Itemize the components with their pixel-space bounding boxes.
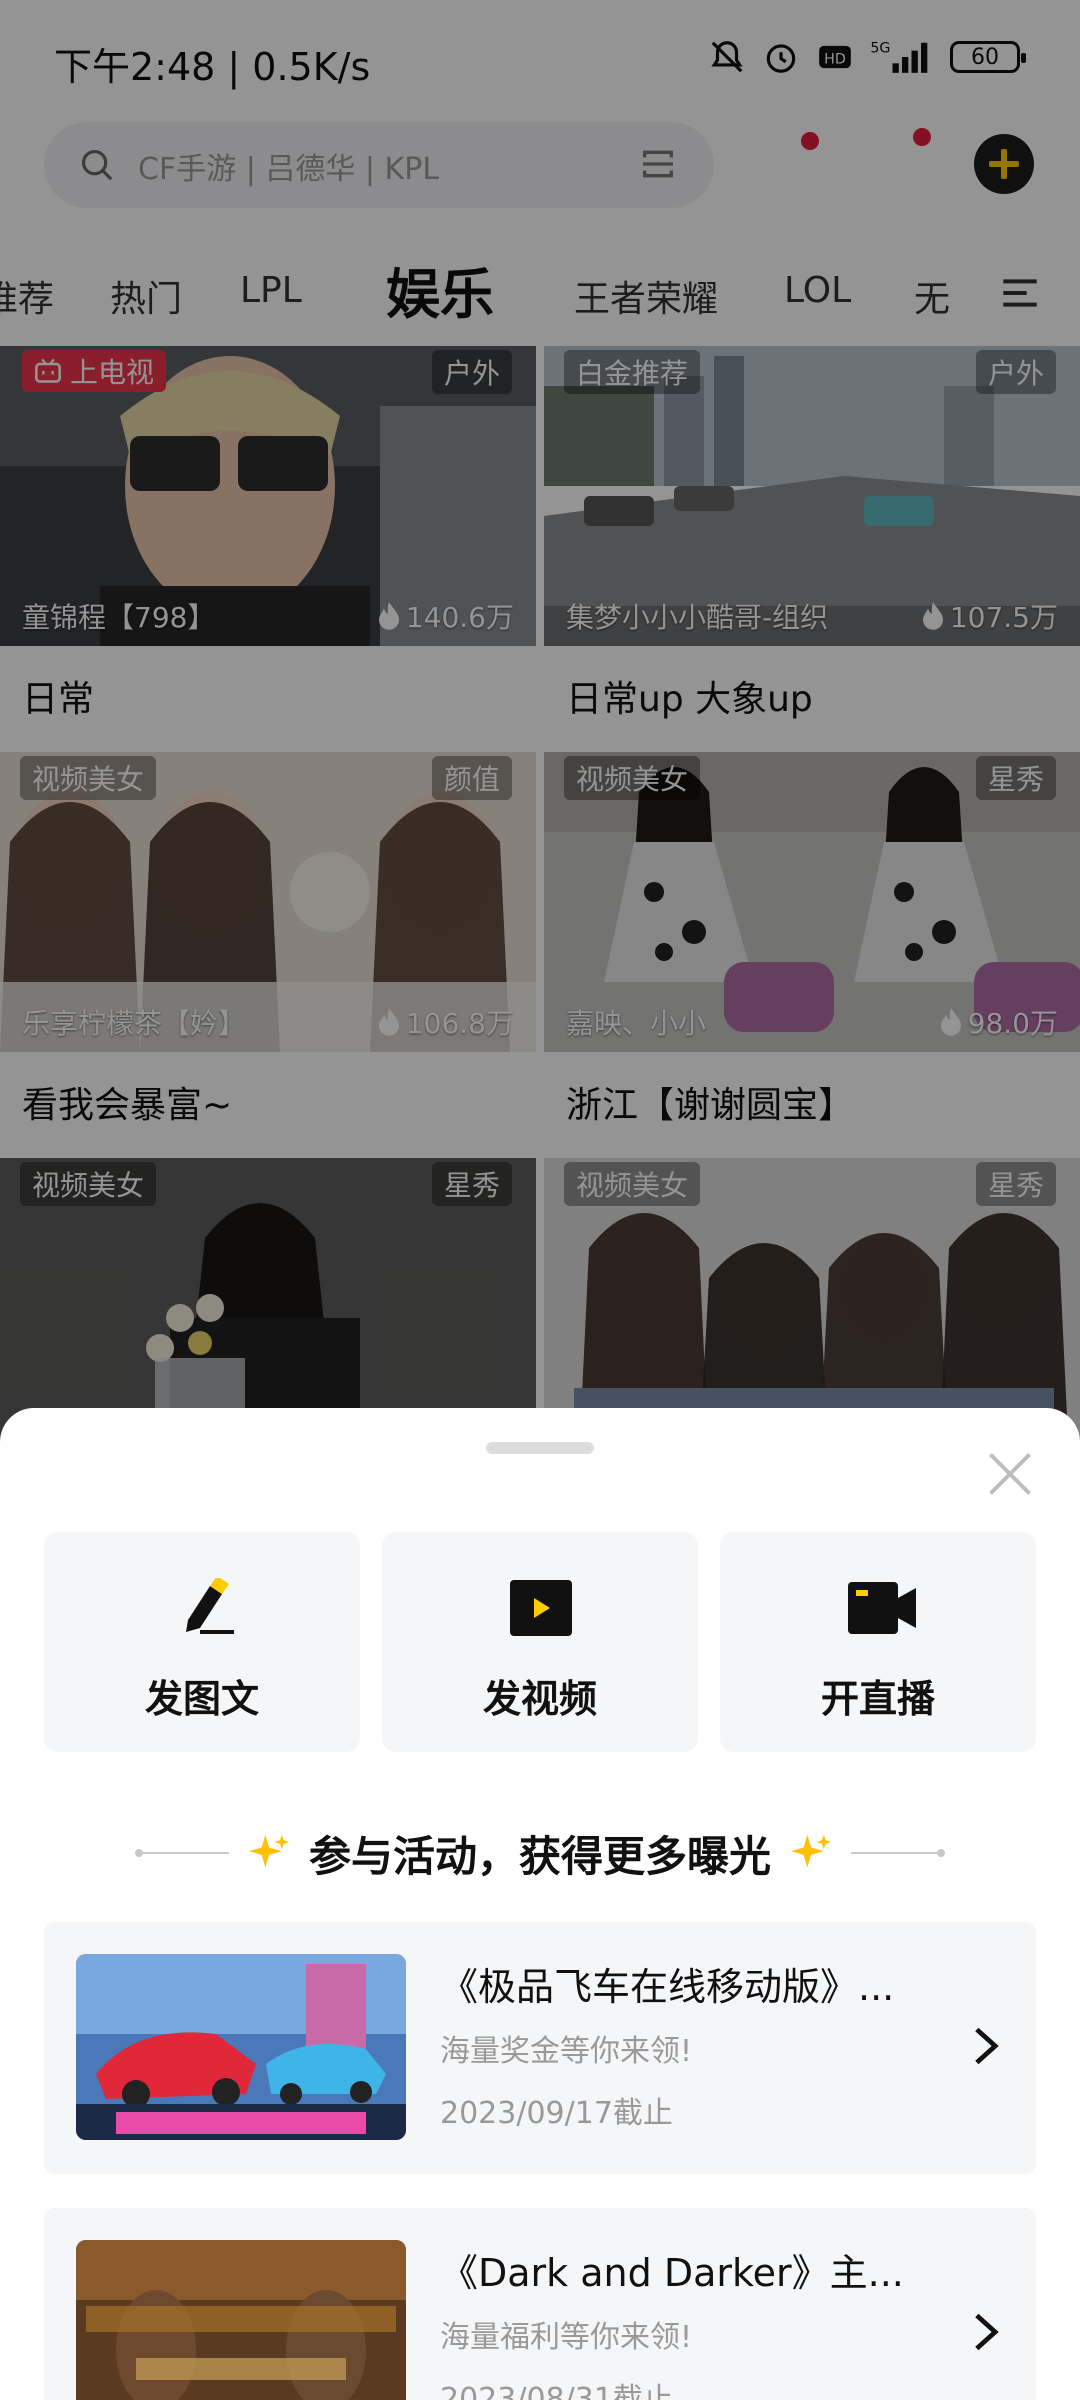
promo-header: 参与活动，获得更多曝光	[0, 1818, 1080, 1888]
close-icon[interactable]	[984, 1448, 1036, 1500]
sparkle-icon	[248, 1834, 290, 1868]
video-play-icon	[510, 1580, 572, 1636]
promo-title: 参与活动，获得更多曝光	[308, 1831, 771, 1881]
action-label: 开直播	[820, 1677, 935, 1721]
sparkle-icon	[790, 1834, 832, 1868]
action-label: 发视频	[482, 1677, 597, 1721]
camera-icon	[848, 1582, 916, 1634]
event-deadline: 2023/09/17截止	[440, 2096, 673, 2131]
action-label: 发图文	[144, 1677, 259, 1721]
dark-and-darker-image	[76, 2240, 406, 2400]
post-image-text-button[interactable]: 发图文	[44, 1532, 360, 1752]
publish-actions: 发图文 发视频 开直播	[44, 1532, 1036, 1752]
event-thumbnail	[76, 1954, 406, 2140]
event-thumbnail	[76, 2240, 406, 2400]
event-subtitle: 海量奖金等你来领!	[440, 2034, 693, 2069]
publish-bottom-sheet: 发图文 发视频 开直播 参与活动，获得更多曝光 《极品飞车在线移动版》... 海…	[0, 1408, 1080, 2400]
post-video-button[interactable]: 发视频	[382, 1532, 698, 1752]
chevron-right-icon	[975, 2313, 999, 2351]
app-screen: 下午2:48 | 0.5K/s HD 5G 60 CF手游 | 吕德华 | KP…	[0, 0, 1080, 2400]
divider-line	[134, 1849, 229, 1857]
event-subtitle: 海量福利等你来领!	[440, 2320, 693, 2355]
divider-line	[851, 1849, 945, 1857]
drag-handle[interactable]	[486, 1442, 594, 1454]
event-title: 《极品飞车在线移动版》...	[440, 1965, 895, 2009]
chevron-right-icon	[975, 2027, 999, 2065]
racing-car-image	[76, 1954, 406, 2140]
go-live-button[interactable]: 开直播	[720, 1532, 1036, 1752]
event-card[interactable]: 《极品飞车在线移动版》... 海量奖金等你来领! 2023/09/17截止	[44, 1922, 1036, 2174]
event-deadline: 2023/08/31截止	[440, 2382, 673, 2400]
event-title: 《Dark and Darker》主...	[440, 2251, 904, 2295]
event-card[interactable]: 《Dark and Darker》主... 海量福利等你来领! 2023/08/…	[44, 2208, 1036, 2400]
pen-icon	[186, 1578, 234, 1634]
